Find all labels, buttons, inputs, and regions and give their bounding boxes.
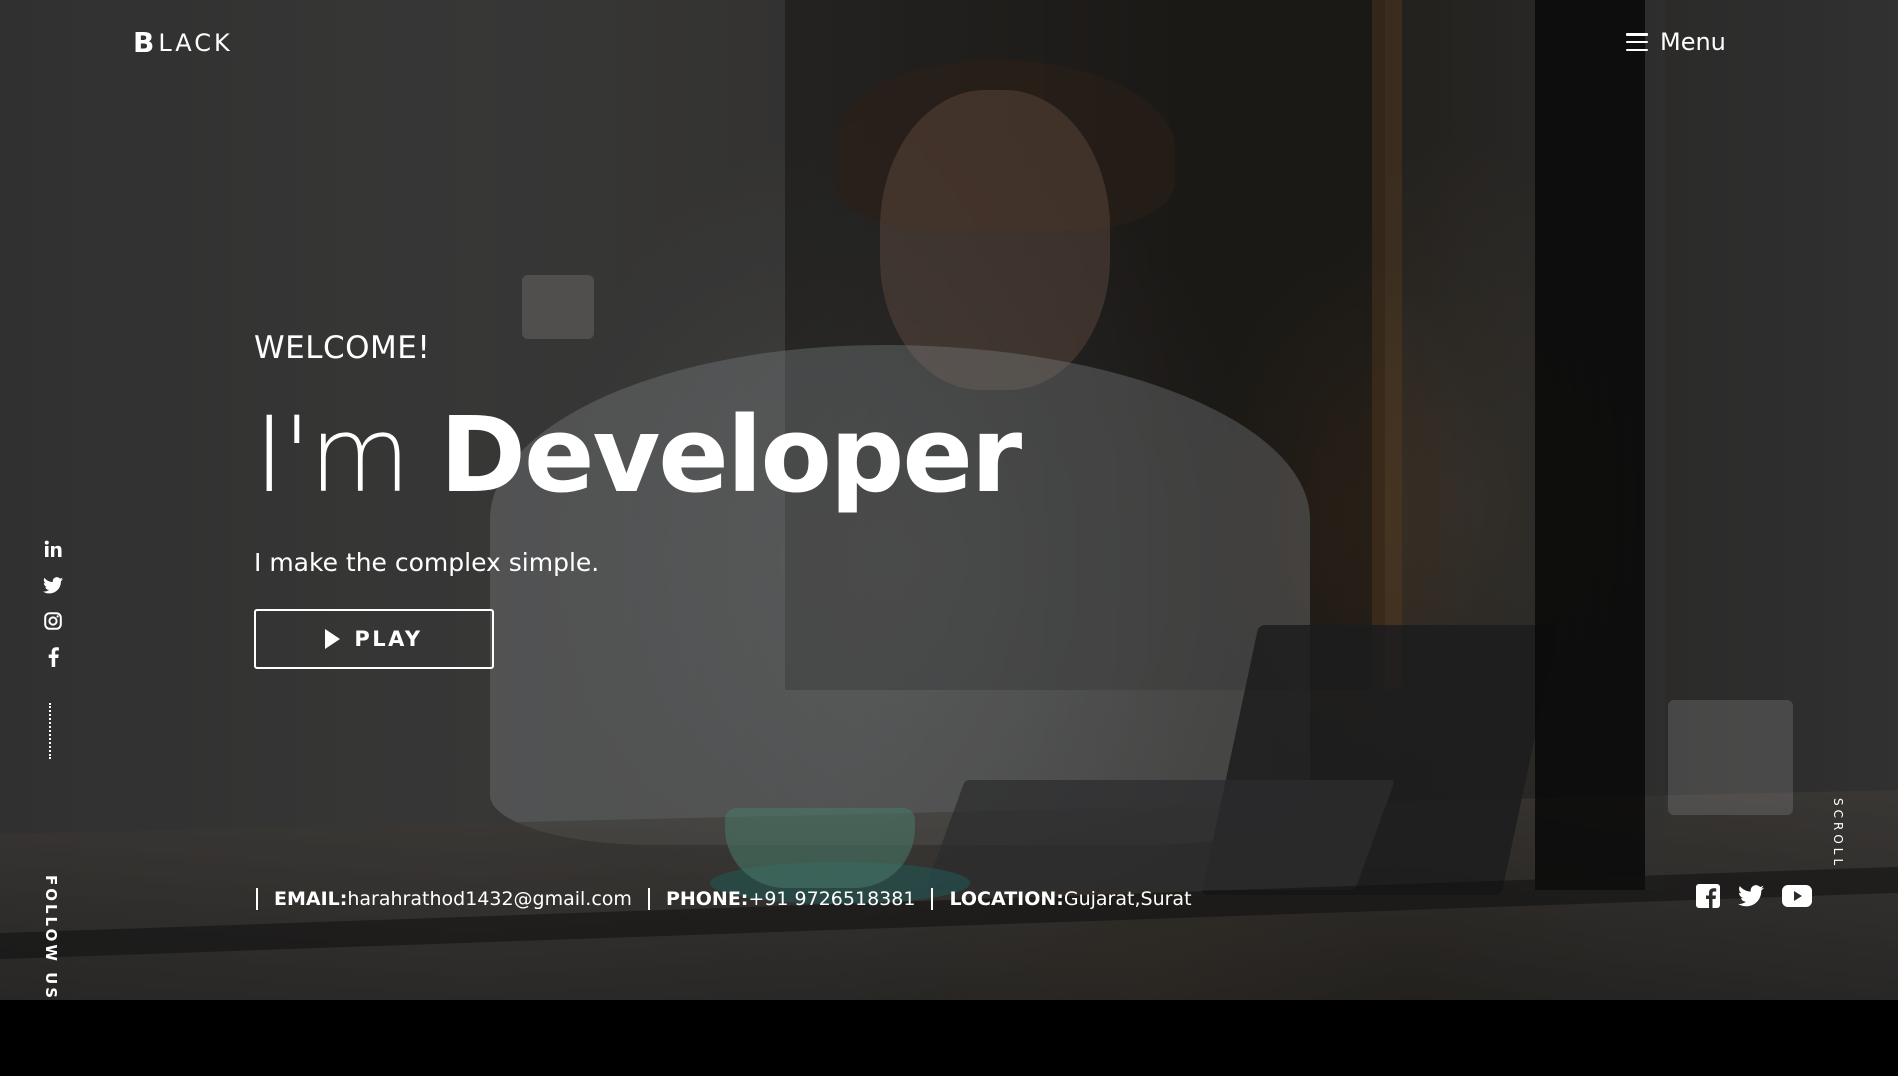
welcome-text: WELCOME! — [254, 330, 431, 366]
menu-button[interactable]: Menu — [1626, 28, 1726, 56]
headline-light: I'm — [254, 394, 440, 516]
play-icon — [325, 629, 341, 649]
location-key: LOCATION: — [949, 888, 1064, 910]
phone-key: PHONE: — [665, 888, 749, 910]
site-logo[interactable]: B LACK — [133, 26, 233, 59]
bottom-social-icons — [1696, 884, 1812, 908]
headline-bold: Developer — [439, 394, 1023, 516]
facebook-square-icon[interactable] — [1696, 884, 1720, 908]
menu-label: Menu — [1660, 28, 1726, 56]
headline: I'm Developer — [254, 394, 1023, 516]
instagram-icon[interactable] — [42, 610, 64, 632]
play-button[interactable]: PLAY — [254, 609, 494, 669]
email-link[interactable]: harahrathod1432@gmail.com — [347, 888, 632, 910]
scroll-indicator[interactable]: SCROLL — [1831, 798, 1845, 869]
contact-info: EMAIL: harahrathod1432@gmail.com PHONE: … — [254, 888, 1192, 910]
facebook-icon[interactable] — [42, 646, 64, 668]
phone-link[interactable]: +91 9726518381 — [748, 888, 915, 910]
logo-mark: B — [133, 26, 158, 59]
twitter-icon[interactable] — [1738, 885, 1764, 907]
follow-us-label: FOLLOW US — [42, 875, 60, 1002]
social-sidebar — [38, 538, 68, 668]
logo-text: LACK — [158, 28, 233, 57]
twitter-icon[interactable] — [42, 574, 64, 596]
play-button-label: PLAY — [354, 627, 423, 651]
hamburger-icon — [1626, 33, 1648, 51]
location-value: Gujarat,Surat — [1063, 888, 1192, 910]
youtube-icon[interactable] — [1782, 885, 1812, 907]
bottom-bar — [0, 1000, 1898, 1076]
linkedin-icon[interactable] — [42, 538, 64, 560]
contact-separator — [647, 888, 650, 910]
email-key: EMAIL: — [274, 888, 348, 910]
contact-separator — [256, 888, 258, 910]
contact-separator — [931, 888, 934, 910]
tagline: I make the complex simple. — [254, 548, 600, 577]
follow-divider — [49, 703, 51, 759]
